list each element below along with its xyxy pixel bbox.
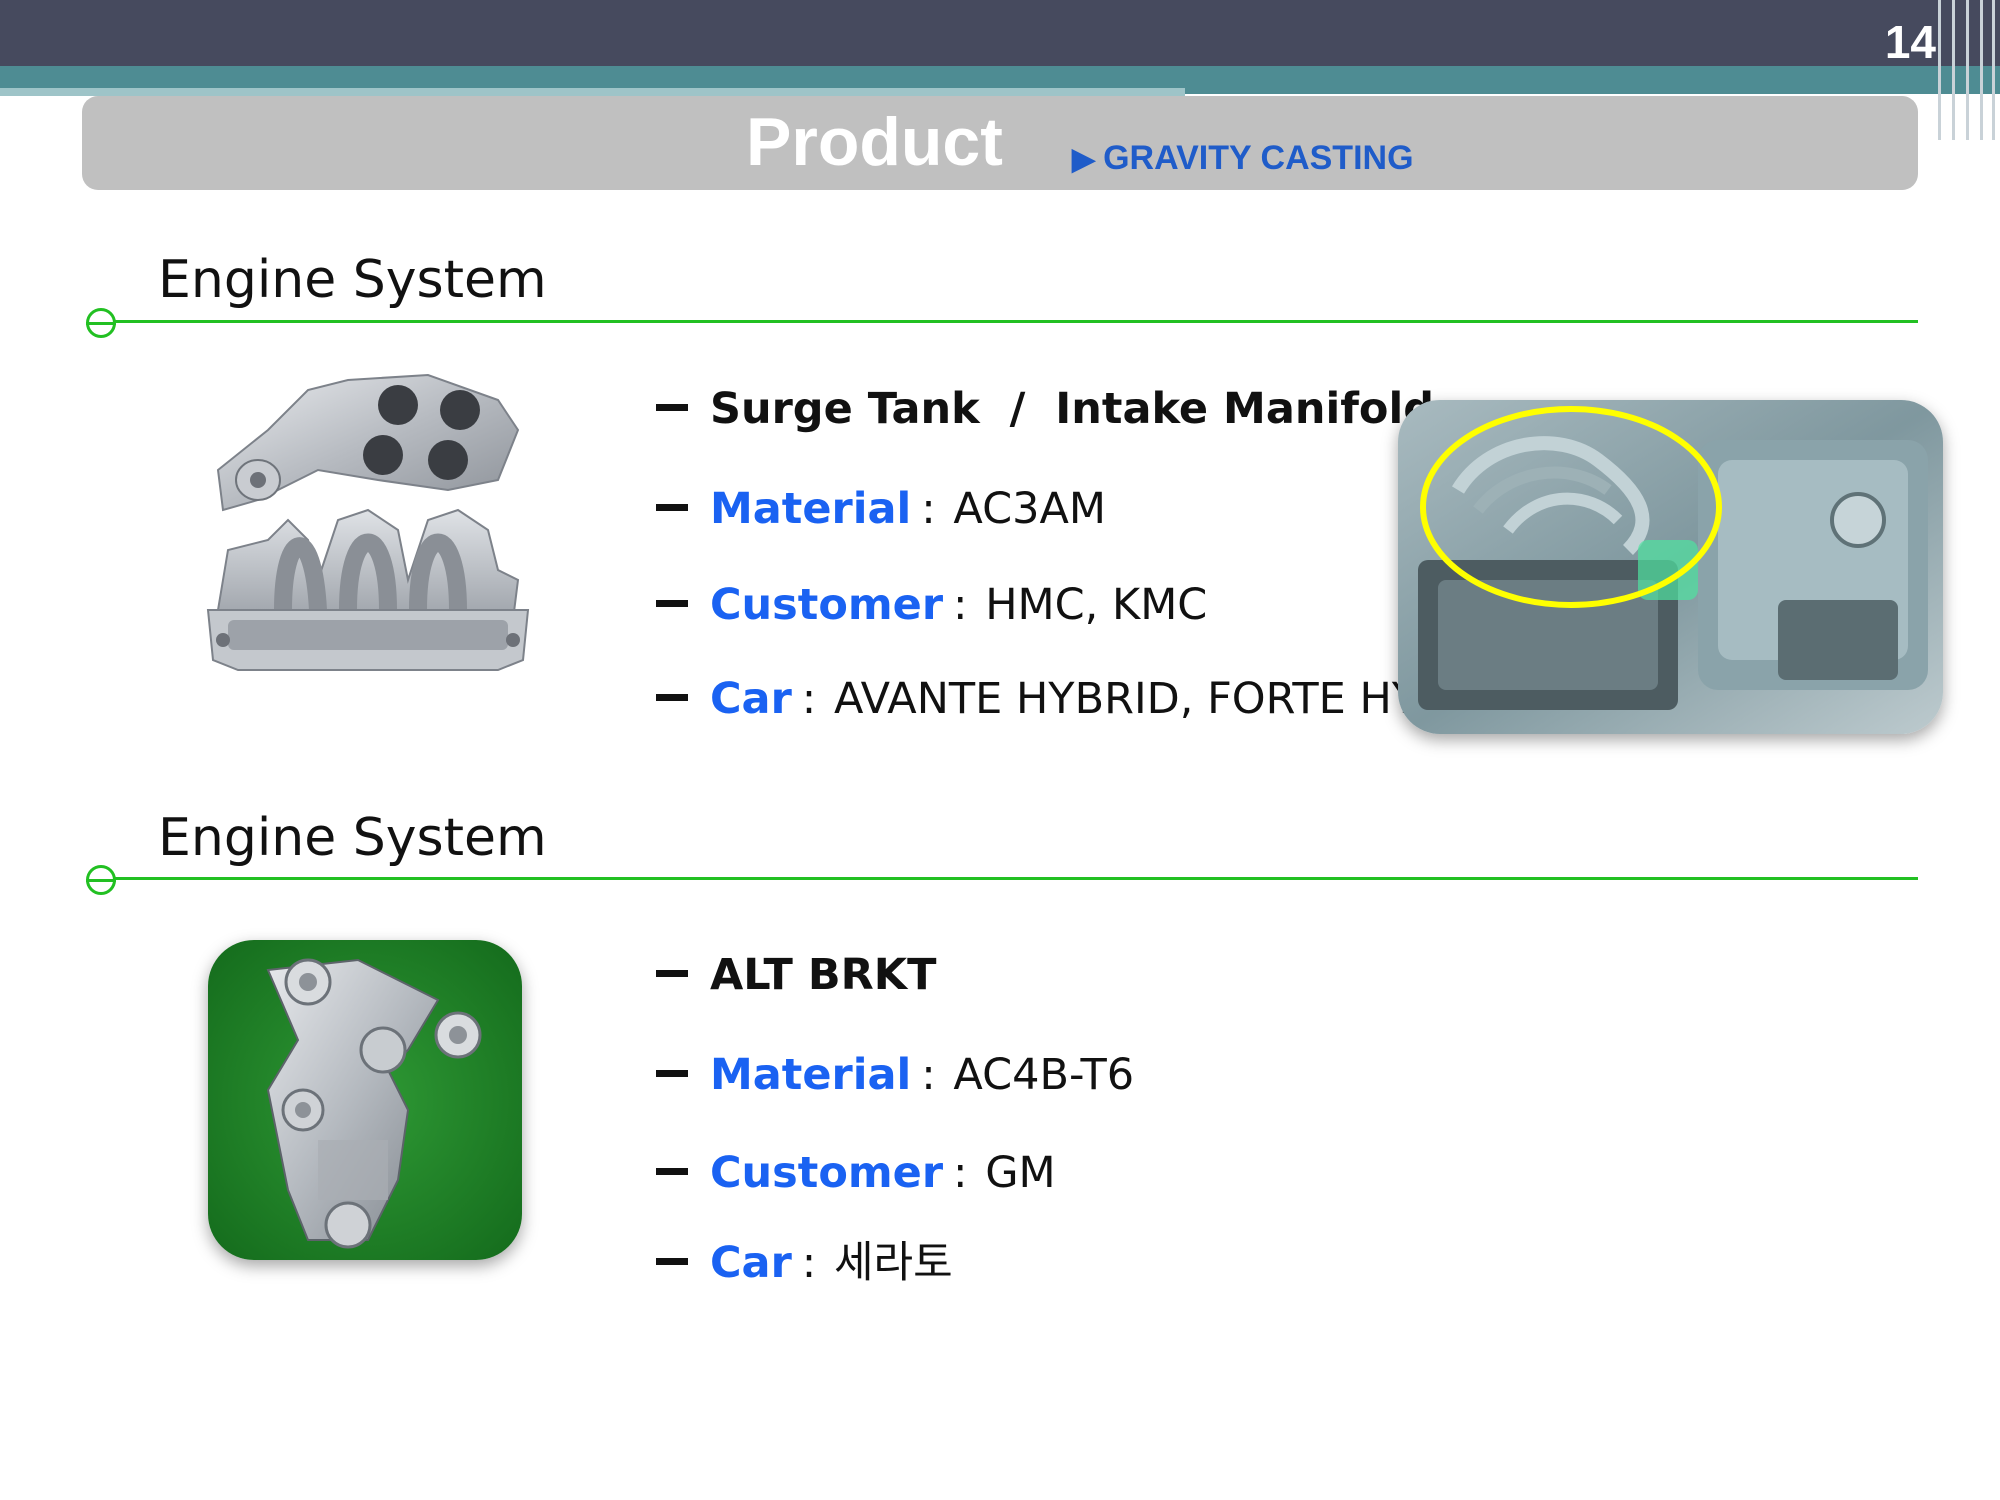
play-triangle-icon: ▶	[1072, 143, 1096, 176]
dash-icon	[656, 1168, 688, 1175]
dash-icon	[656, 404, 688, 411]
dash-icon	[656, 1258, 688, 1265]
dash-icon	[656, 1070, 688, 1077]
section-heading: Engine System	[158, 250, 547, 310]
header-accent-highlight	[0, 88, 1185, 96]
material-value: AC4B-T6	[953, 1050, 1135, 1100]
page-title: Product	[746, 104, 1003, 180]
dash-icon	[656, 600, 688, 607]
car-label: Car	[710, 674, 792, 724]
material-label: Material	[710, 1050, 912, 1100]
car-label: Car	[710, 1238, 792, 1288]
car-item: Car: 세라토	[656, 1236, 953, 1290]
section-heading: Engine System	[158, 808, 547, 868]
product-name-item: ALT BRKT	[656, 948, 936, 1002]
customer-value: HMC, KMC	[985, 580, 1208, 630]
product-name: ALT BRKT	[710, 950, 937, 1000]
car-value: 세라토	[833, 1238, 953, 1288]
slide: 14 Product ▶ GRAVITY CASTING Engine Syste…	[0, 0, 2000, 1500]
subtitle-text: GRAVITY CASTING	[1103, 139, 1414, 177]
dash-icon	[656, 694, 688, 701]
customer-item: Customer: HMC, KMC	[656, 578, 1207, 632]
circle-line-icon	[86, 865, 116, 895]
customer-label: Customer	[710, 1148, 944, 1198]
dash-icon	[656, 970, 688, 977]
material-label: Material	[710, 484, 912, 534]
material-item: Material: AC4B-T6	[656, 1048, 1134, 1102]
material-item: Material: AC3AM	[656, 482, 1106, 536]
customer-value: GM	[985, 1148, 1056, 1198]
section-divider	[102, 877, 1918, 880]
car-item: Car: AVANTE HYBRID, FORTE HYBRID	[656, 672, 1523, 726]
circle-line-icon	[86, 308, 116, 338]
customer-item: Customer: GM	[656, 1146, 1056, 1200]
customer-label: Customer	[710, 580, 944, 630]
dash-icon	[656, 504, 688, 511]
product-name: Surge Tank / Intake Manifold	[710, 384, 1434, 434]
corner-stripes-decoration	[1930, 0, 2000, 140]
title-banner: Product ▶ GRAVITY CASTING	[82, 96, 1918, 190]
intake-manifold-image	[198, 370, 538, 700]
page-number: 14	[1884, 16, 1936, 68]
engine-photo	[1398, 400, 1943, 734]
header-bar	[0, 0, 2000, 66]
section-divider	[102, 320, 1918, 323]
product-name-item: Surge Tank / Intake Manifold	[656, 382, 1434, 436]
page-subtitle: ▶ GRAVITY CASTING	[1072, 138, 1414, 180]
alt-bracket-image	[208, 940, 522, 1260]
material-value: AC3AM	[953, 484, 1106, 534]
